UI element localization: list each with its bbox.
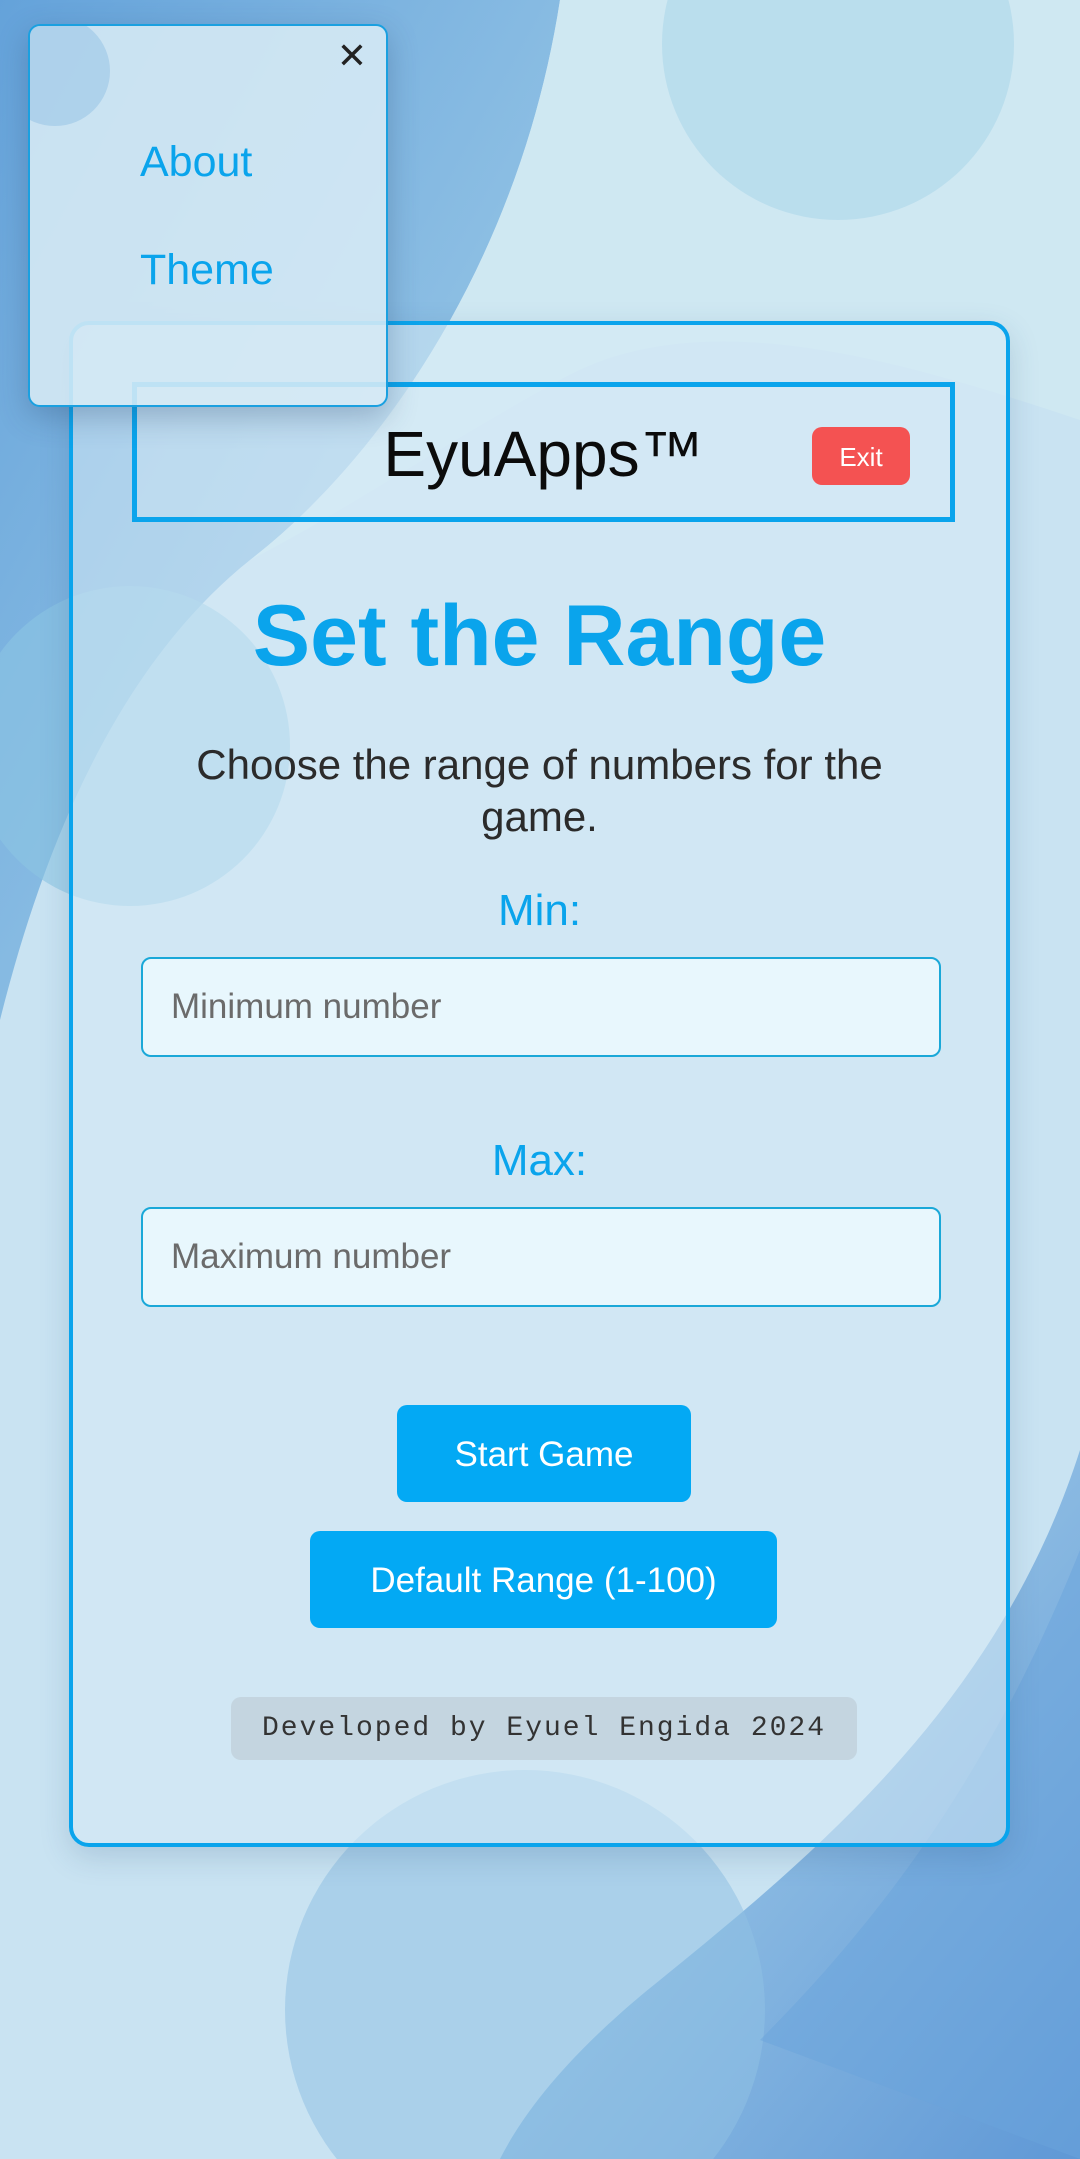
default-range-button[interactable]: Default Range (1-100)	[310, 1531, 777, 1628]
min-input[interactable]	[141, 957, 941, 1057]
side-menu: ✕ About Theme	[28, 24, 388, 407]
close-icon[interactable]: ✕	[332, 36, 372, 76]
menu-decoration	[30, 26, 110, 126]
page-title: Set the Range	[252, 588, 827, 684]
exit-button[interactable]: Exit	[812, 427, 910, 485]
max-label: Max:	[491, 1136, 588, 1185]
start-game-button[interactable]: Start Game	[397, 1405, 691, 1502]
menu-item-theme[interactable]: Theme	[140, 246, 274, 295]
min-label: Min:	[497, 886, 582, 935]
page-subtitle: Choose the range of numbers for the game…	[196, 741, 883, 840]
developer-credit: Developed by Eyuel Engida 2024	[231, 1697, 857, 1760]
menu-item-about[interactable]: About	[140, 138, 252, 187]
range-card: EyuApps™ Exit Set the Range Choose the r…	[69, 321, 1010, 1847]
max-input[interactable]	[141, 1207, 941, 1307]
